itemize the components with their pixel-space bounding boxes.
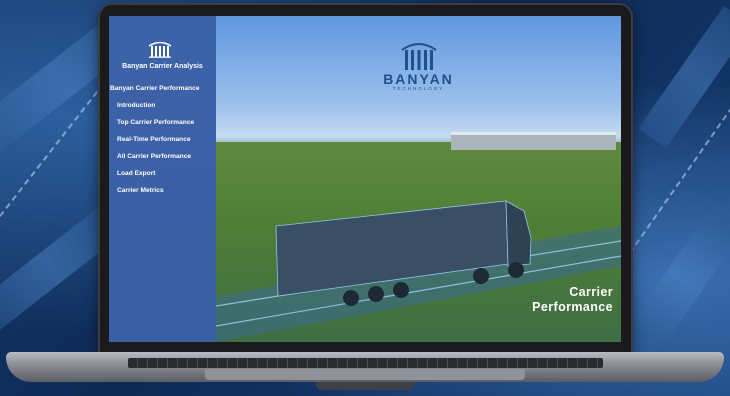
nav-item-carrier-metrics[interactable]: Carrier Metrics: [117, 187, 164, 194]
app-title: Banyan Carrier Analysis: [122, 63, 203, 70]
banyan-logo-icon: [148, 41, 172, 58]
warehouse-buildings: [451, 132, 616, 150]
keyboard: [128, 358, 603, 368]
page-title-line2: Performance: [532, 300, 613, 314]
nav-item-introduction[interactable]: Introduction: [117, 102, 155, 109]
laptop-hinge: [316, 382, 414, 390]
nav-section-header[interactable]: Banyan Carrier Performance: [110, 85, 199, 92]
sidebar-nav: Banyan Carrier Analysis Banyan Carrier P…: [109, 16, 216, 342]
nav-item-all-carrier-performance[interactable]: All Carrier Performance: [117, 153, 191, 160]
road: [625, 207, 730, 353]
nav-item-top-carrier-performance[interactable]: Top Carrier Performance: [117, 119, 194, 126]
trackpad-edge: [205, 369, 525, 380]
nav-item-real-time-performance[interactable]: Real-Time Performance: [117, 136, 191, 143]
hero-panel: BANYAN TECHNOLOGY Carrier Performance: [216, 16, 621, 342]
page-title-line1: Carrier: [569, 285, 613, 299]
page-title: Carrier Performance: [532, 285, 613, 315]
laptop-screen: Banyan Carrier Analysis Banyan Carrier P…: [109, 16, 621, 342]
brand-subtitle: TECHNOLOGY: [392, 86, 445, 91]
nav-item-load-export[interactable]: Load Export: [117, 170, 155, 177]
banyan-brand-icon: [401, 43, 437, 70]
brand-name: BANYAN: [383, 71, 454, 87]
